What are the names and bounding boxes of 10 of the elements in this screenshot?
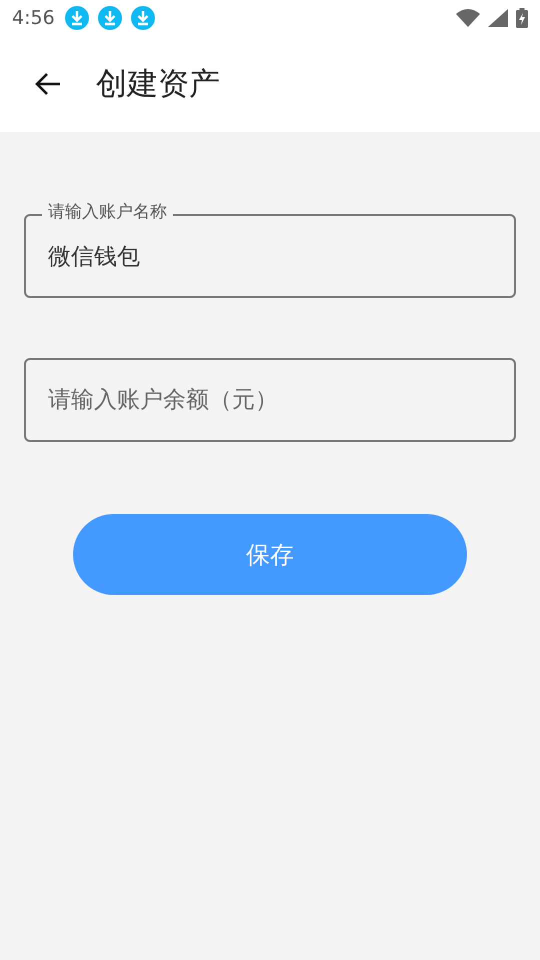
download-icon: [64, 6, 89, 30]
status-time: 4:56: [12, 6, 55, 31]
download-icon: [98, 6, 122, 30]
download-icon: [130, 6, 155, 30]
wifi-icon: [456, 9, 480, 27]
signal-icon: [488, 9, 508, 27]
text-field[interactable]: 请输入账户余额（元）: [24, 358, 516, 442]
page-title: 创建资产: [96, 64, 220, 104]
battery-icon: [516, 8, 528, 28]
back-arrow-icon: [35, 72, 61, 96]
